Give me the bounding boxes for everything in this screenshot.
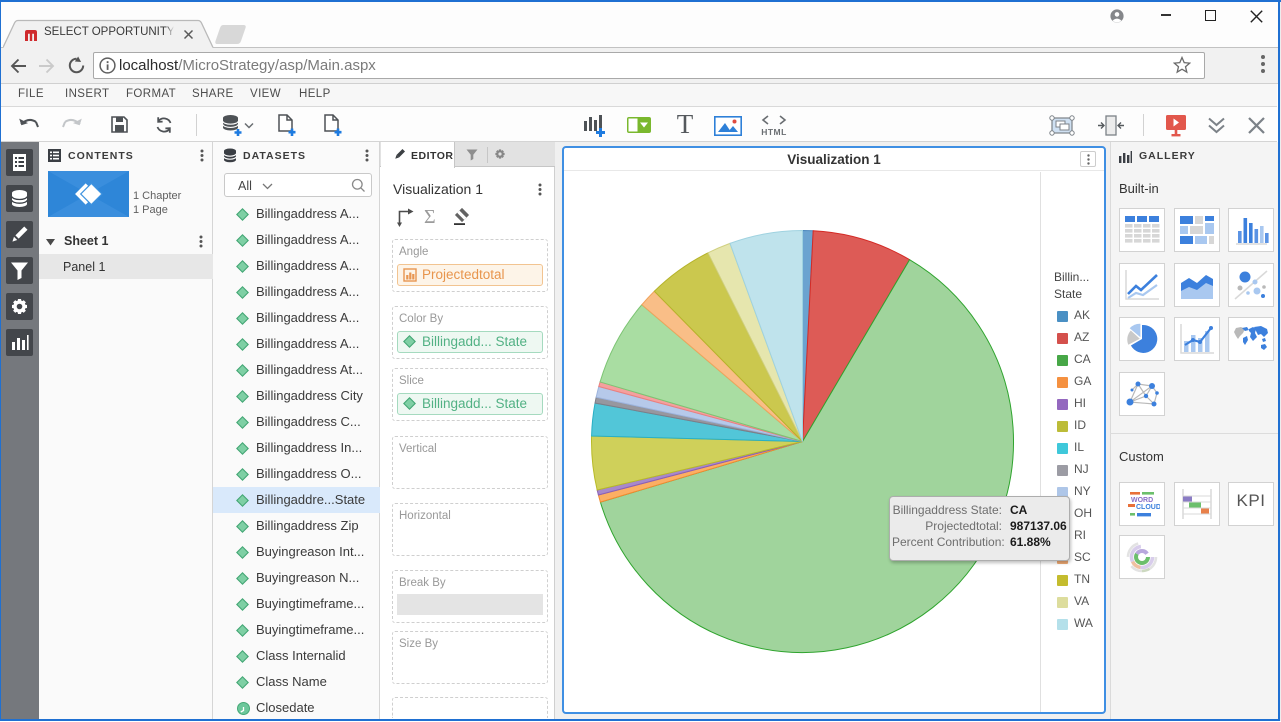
svg-text:WORD: WORD xyxy=(1131,497,1153,504)
svg-text:CLOUD: CLOUD xyxy=(1136,504,1160,511)
